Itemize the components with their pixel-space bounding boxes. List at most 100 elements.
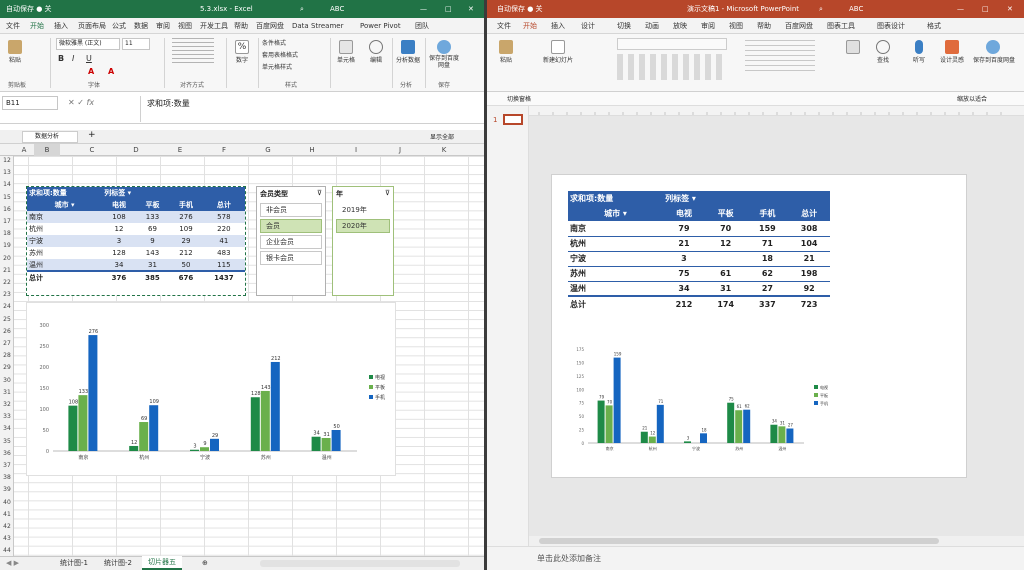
- ppt-scrollbar[interactable]: [529, 536, 1024, 546]
- tab-file[interactable]: 文件: [6, 18, 20, 34]
- row-header[interactable]: 17: [0, 217, 14, 226]
- row-header[interactable]: 21: [0, 266, 14, 275]
- new-tab-icon[interactable]: +: [88, 130, 96, 140]
- bar-南京-手机[interactable]: [613, 357, 621, 443]
- tab-formulas[interactable]: 公式: [112, 18, 126, 34]
- tab-page-layout[interactable]: 页面布局: [78, 18, 106, 34]
- row-header[interactable]: 42: [0, 522, 14, 531]
- underline-button[interactable]: U: [86, 54, 92, 63]
- excel-search-icon[interactable]: ⌕: [300, 0, 304, 18]
- row-header[interactable]: 30: [0, 376, 14, 385]
- col-header[interactable]: G: [246, 144, 290, 156]
- row-header[interactable]: 35: [0, 437, 14, 446]
- save-baidu-button[interactable]: 保存到百度网盘: [973, 40, 1015, 64]
- bar-宁波-手机[interactable]: [700, 433, 707, 443]
- filter-icon[interactable]: ⊽: [317, 189, 322, 197]
- tab-slideshow[interactable]: 放映: [673, 18, 687, 34]
- col-header[interactable]: J: [378, 144, 422, 156]
- dictate-button[interactable]: 听写: [907, 40, 931, 64]
- col-header[interactable]: H: [290, 144, 334, 156]
- row-header[interactable]: 31: [0, 388, 14, 397]
- pivot-row[interactable]: 杭州 12 69 109 220: [27, 223, 245, 235]
- pivot-row[interactable]: 苏州 128 143 212 483: [27, 247, 245, 259]
- font-size-select[interactable]: 11: [122, 38, 150, 50]
- row-header[interactable]: 36: [0, 449, 14, 458]
- bar-南京-平板[interactable]: [605, 405, 613, 443]
- save-baidu-button[interactable]: 保存到百度网盘: [428, 40, 460, 69]
- slicer-member-type[interactable]: 会员类型 ⊽ 非会员 会员 企业会员 银卡会员: [256, 186, 326, 296]
- slicer-item[interactable]: 企业会员: [260, 235, 322, 249]
- bar-南京-电视[interactable]: [597, 400, 605, 443]
- slicer-item[interactable]: 银卡会员: [260, 251, 322, 265]
- pivot-row[interactable]: 温州 34 31 50 115: [27, 259, 245, 271]
- slicer-item[interactable]: 2020年: [336, 219, 390, 233]
- bar-苏州-平板[interactable]: [260, 390, 270, 451]
- row-header[interactable]: 44: [0, 546, 14, 555]
- row-header[interactable]: 16: [0, 205, 14, 214]
- row-header[interactable]: 29: [0, 363, 14, 372]
- tab-insert[interactable]: 插入: [54, 18, 68, 34]
- bar-苏州-手机[interactable]: [270, 361, 280, 451]
- paste-button[interactable]: 粘贴: [495, 40, 517, 64]
- horizontal-scrollbar[interactable]: [260, 560, 460, 567]
- cell-style-button[interactable]: 单元格样式: [262, 62, 292, 71]
- row-header[interactable]: 41: [0, 510, 14, 519]
- align-buttons[interactable]: [172, 38, 214, 66]
- drawing-button[interactable]: [841, 40, 865, 55]
- close-icon[interactable]: ✕: [1007, 0, 1013, 18]
- font-format-buttons[interactable]: [617, 54, 727, 80]
- col-header[interactable]: F: [202, 144, 246, 156]
- bar-温州-电视[interactable]: [770, 424, 778, 443]
- tab-animations[interactable]: 动画: [645, 18, 659, 34]
- sheet-nav-arrows[interactable]: ◀ ▶: [6, 557, 19, 570]
- row-header[interactable]: 15: [0, 193, 14, 202]
- minimize-icon[interactable]: —: [420, 0, 427, 18]
- col-header[interactable]: B: [34, 144, 60, 156]
- bar-宁波-手机[interactable]: [210, 438, 219, 451]
- cond-format-button[interactable]: 条件格式: [262, 38, 286, 47]
- tab-transitions[interactable]: 切换: [617, 18, 631, 34]
- col-header[interactable]: K: [422, 144, 466, 156]
- bar-苏州-平板[interactable]: [735, 410, 743, 443]
- tab-file[interactable]: 文件: [497, 18, 511, 34]
- show-all-button[interactable]: 显示全部: [430, 132, 454, 141]
- bar-杭州-电视[interactable]: [640, 431, 648, 443]
- slicer-item[interactable]: 非会员: [260, 203, 322, 217]
- tab-help[interactable]: 帮助: [757, 18, 771, 34]
- bar-苏州-电视[interactable]: [250, 397, 260, 451]
- paste-button[interactable]: 粘贴: [4, 40, 26, 64]
- bar-苏州-手机[interactable]: [743, 409, 751, 443]
- bar-温州-手机[interactable]: [786, 428, 794, 443]
- slicer-year[interactable]: 年 ⊽ 2019年 2020年: [332, 186, 394, 296]
- slide-thumbnail[interactable]: [503, 114, 523, 125]
- cells-button[interactable]: 单元格: [334, 40, 358, 64]
- number-format-button[interactable]: % 数字: [232, 40, 252, 64]
- bar-南京-平板[interactable]: [78, 395, 88, 451]
- bar-宁波-电视[interactable]: [684, 441, 691, 443]
- maximize-icon[interactable]: □: [982, 0, 989, 18]
- formula-controls[interactable]: ✕ ✓ fx: [68, 98, 94, 107]
- row-header[interactable]: 39: [0, 485, 14, 494]
- pivot-row[interactable]: 南京 108 133 276 578: [27, 211, 245, 223]
- slicer-item[interactable]: 2019年: [336, 203, 390, 217]
- col-header[interactable]: D: [114, 144, 158, 156]
- bar-温州-电视[interactable]: [311, 436, 321, 451]
- row-header[interactable]: 20: [0, 254, 14, 263]
- bar-杭州-平板[interactable]: [648, 436, 656, 443]
- tab-design[interactable]: 设计: [581, 18, 595, 34]
- row-header[interactable]: 37: [0, 461, 14, 470]
- bar-温州-平板[interactable]: [321, 437, 331, 451]
- new-slide-button[interactable]: 新建幻灯片: [543, 40, 573, 64]
- col-header[interactable]: A: [14, 144, 34, 156]
- sheet-tab[interactable]: 统计图-1: [60, 557, 88, 570]
- bar-杭州-电视[interactable]: [129, 445, 139, 451]
- row-header[interactable]: 33: [0, 412, 14, 421]
- italic-button[interactable]: I: [72, 54, 74, 63]
- row-header[interactable]: 43: [0, 534, 14, 543]
- formula-input[interactable]: 求和项:数量: [140, 96, 482, 122]
- paragraph-buttons[interactable]: [745, 40, 815, 74]
- row-header[interactable]: 25: [0, 315, 14, 324]
- row-header[interactable]: 32: [0, 400, 14, 409]
- font-color-dropdown[interactable]: A: [108, 67, 114, 76]
- row-header[interactable]: 24: [0, 302, 14, 311]
